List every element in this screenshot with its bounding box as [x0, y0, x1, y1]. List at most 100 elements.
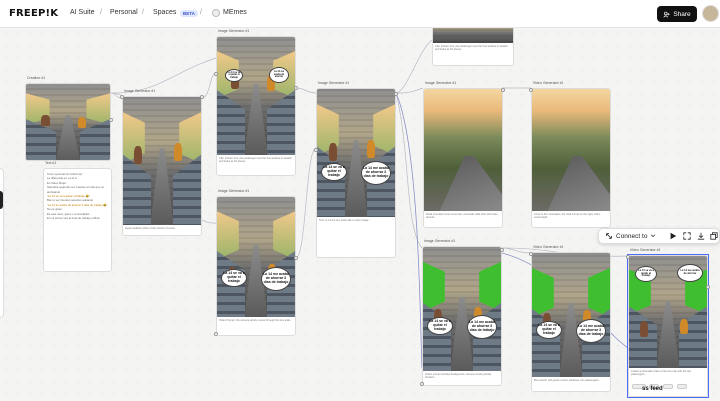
breadcrumb-spaces[interactable]: Spaces — [153, 9, 176, 16]
image-generator-node[interactable]: Image Generator #1 Hyper-realistic photo… — [120, 89, 204, 236]
bus-seats — [678, 306, 707, 368]
edge — [395, 39, 433, 94]
output-port[interactable] — [394, 92, 398, 96]
speech-bubble: La 14 me acaba de ahorrar — [269, 67, 289, 83]
image-generator-node[interactable]: Image Generator #1 La 14 se va a quitar … — [314, 81, 398, 258]
mountain-road-image — [532, 89, 610, 211]
play-button[interactable] — [669, 232, 677, 240]
share-label: Share — [673, 10, 691, 18]
node-caption: Green screen window background, camera m… — [425, 373, 492, 380]
speech-bubble: La 14 me acaba de ahorrar 3 días de trab… — [467, 315, 497, 339]
input-port[interactable] — [314, 148, 318, 152]
bus-window — [479, 261, 501, 312]
bus-image: La 14 se va a quitar el trabajo La 14 me… — [217, 37, 295, 155]
image-generator-node[interactable]: Image Generator #1 La 14 se va a quitar … — [214, 29, 298, 176]
node-title: Image Generator #1 — [424, 239, 456, 243]
output-port[interactable] — [109, 118, 113, 122]
video-generator-node-selected[interactable]: Video Generator #1 La 14 se va a quitar … — [626, 248, 710, 398]
node-caption: Clip: Interior bus, the passenger near t… — [435, 45, 508, 52]
connect-icon — [606, 233, 612, 239]
node-card: Clip: Interior bus, the passenger near t… — [432, 28, 514, 66]
bus-image — [433, 28, 513, 43]
duplicate-button[interactable] — [710, 232, 718, 240]
bus-image — [123, 97, 201, 225]
download-button[interactable] — [697, 232, 705, 240]
speech-bubble: La 14 se va a quitar el trabajo — [427, 317, 453, 335]
connect-to-button[interactable]: Connect to — [605, 232, 656, 240]
video-generator-node[interactable]: Clip: Interior bus, the passenger near t… — [432, 28, 514, 66]
node-card: Hyper-realistic photo of the interior of… — [122, 96, 202, 236]
road — [439, 156, 502, 211]
passenger — [41, 115, 50, 127]
node-option-button[interactable] — [663, 384, 673, 389]
breadcrumb-personal[interactable]: Personal — [110, 9, 138, 16]
download-icon — [697, 232, 705, 240]
node-card: La 14 se va a quitar el trabajo La 14 me… — [216, 36, 296, 176]
flow-canvas[interactable]: Creation #1 Text #1 Texto opcional (si i… — [0, 28, 720, 401]
bus-image: La 14 se va a quitar el trabajo La 14 me… — [217, 197, 295, 317]
video-generator-node[interactable]: Video Generator #1 A bus in the mountain… — [529, 81, 611, 228]
edge — [295, 147, 317, 259]
bus-seats — [172, 154, 201, 225]
speech-bubble: La 14 se va a quitar el trabajo — [635, 266, 657, 282]
node-caption: Road mountain curve at sunset, cinematic… — [426, 213, 498, 220]
node-toolbar: Connect to — [598, 228, 720, 244]
bus-seats — [266, 90, 295, 155]
bus-window — [179, 112, 201, 164]
output-port[interactable] — [706, 285, 710, 289]
side-panel-toggle[interactable] — [0, 191, 3, 209]
bus-window — [217, 211, 239, 260]
mountain-road-image — [424, 89, 502, 211]
input-port[interactable] — [420, 382, 424, 386]
expand-icon — [683, 232, 691, 240]
video-generator-node[interactable]: Video Generator #1 La 14 se va a quitar … — [529, 245, 611, 392]
freepik-logo[interactable]: FREEP!K — [9, 8, 58, 19]
avatar[interactable] — [702, 5, 719, 22]
node-card: La 14 se va a quitar el trabajo La 14 me… — [531, 252, 611, 392]
share-button[interactable]: Share — [657, 6, 697, 22]
node-caption: Video Prompt: the camera slowly moves th… — [219, 319, 293, 322]
text-content[interactable]: Texto opcional (si incluimos): La difere… — [43, 168, 112, 272]
bus-window — [423, 261, 445, 312]
speech-bubble: La 14 me acaba de ahorrar 3 días de trab… — [361, 161, 391, 185]
output-port[interactable] — [200, 95, 204, 99]
node-card: La 14 se va a quitar el trabajo La 14 me… — [628, 255, 708, 397]
node-caption: Hyper-realistic photo of the interior of… — [125, 227, 177, 230]
bus-window — [373, 104, 395, 156]
image-generator-node[interactable]: Image Generator #1 La 14 se va a quitar … — [420, 239, 504, 386]
node-option-button[interactable] — [677, 384, 687, 389]
passenger — [329, 142, 338, 161]
speech-bubble: La 14 me acaba de ahorrar 3 días de trab… — [261, 267, 291, 291]
input-port[interactable] — [529, 88, 533, 92]
input-port[interactable] — [120, 95, 124, 99]
image-generator-node[interactable]: Image Generator #1 Road mountain curve a… — [423, 81, 505, 228]
output-port[interactable] — [500, 248, 504, 252]
input-port[interactable] — [214, 72, 218, 76]
node-title: Image Generator #1 — [124, 89, 156, 93]
node-card: Road mountain curve at sunset, cinematic… — [423, 88, 503, 228]
creation-node[interactable]: Creation #1 — [25, 76, 113, 161]
bus-floor — [150, 148, 174, 225]
play-icon — [670, 232, 677, 240]
node-title: Video Generator #1 — [533, 245, 564, 249]
breadcrumb-ai-suite[interactable]: AI Suite — [70, 9, 95, 16]
output-port[interactable] — [294, 256, 298, 260]
input-port[interactable] — [214, 332, 218, 336]
passenger — [639, 320, 648, 337]
speech-bubble: La 14 me acaba de ahorrar 3 días de trab… — [576, 319, 606, 343]
input-port[interactable] — [626, 255, 630, 259]
passenger — [680, 318, 689, 335]
text-node[interactable]: Text #1 Texto opcional (si incluimos): L… — [43, 161, 112, 272]
node-title: Image Generator #1 — [425, 81, 457, 85]
input-port[interactable] — [529, 252, 533, 256]
feed-label[interactable]: ss feed — [642, 386, 663, 392]
output-port[interactable] — [294, 86, 298, 90]
image-generator-node[interactable]: Image Generator #1 La 14 se va a quitar … — [214, 189, 298, 336]
output-port[interactable] — [501, 88, 505, 92]
bus-seats — [217, 90, 246, 155]
expand-button[interactable] — [683, 232, 691, 240]
green-screen-bus-image: La 14 se va a quitar el trabajo La 14 me… — [629, 256, 707, 368]
node-title: Creation #1 — [27, 76, 46, 80]
space-name[interactable]: MEmes — [223, 9, 247, 16]
node-title: Video Generator #1 — [630, 248, 661, 252]
